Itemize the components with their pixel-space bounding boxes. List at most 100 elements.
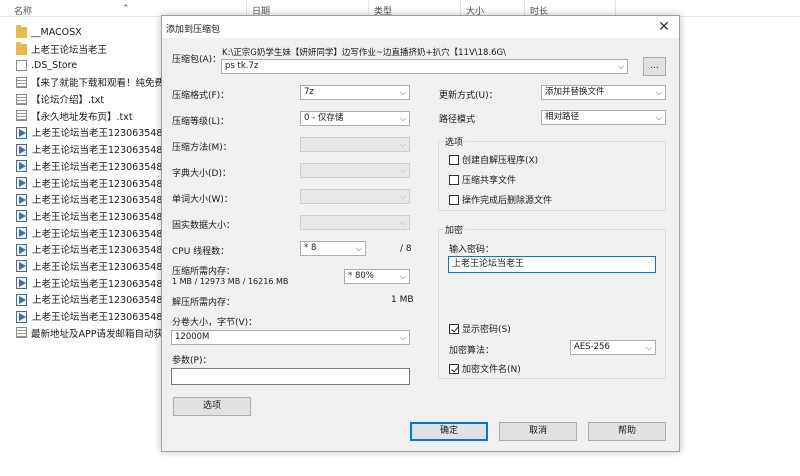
sfx-label: 创建自解压程序(X) [462, 156, 539, 166]
update-value: 添加并替换文件 [545, 87, 605, 97]
file-row[interactable]: 上老王论坛当老王1230635484 [0, 158, 162, 175]
file-row[interactable]: 上老王论坛当老王1230635484 [0, 191, 162, 208]
options-button[interactable]: 选项 [173, 397, 251, 416]
split-size-combo[interactable]: 12000M ⌵ [171, 330, 410, 345]
file-row[interactable]: 上老王论坛当老王1230635484 [0, 208, 162, 225]
close-icon[interactable]: ✕ [655, 18, 673, 36]
archive-name-combo[interactable]: ps tk.7z ⌵ [221, 59, 628, 74]
ok-button[interactable]: 确定 [410, 422, 488, 441]
pathmode-value: 相对路径 [545, 112, 580, 122]
file-row[interactable]: .DS_Store [0, 57, 162, 74]
format-select[interactable]: 7z ⌵ [300, 85, 410, 100]
solid-select: ⌵ [300, 215, 410, 230]
dialog-title: 添加到压缩包 [166, 25, 221, 35]
video-file-icon [16, 293, 28, 306]
file-row[interactable]: 上老王论坛当老王1230635484 [0, 141, 162, 158]
file-row[interactable]: 上老王论坛当老王1230635484 [0, 241, 162, 258]
text-file-icon [16, 93, 27, 105]
update-mode-select[interactable]: 添加并替换文件 ⌵ [541, 85, 666, 100]
video-file-icon [16, 193, 28, 206]
shared-files-checkbox[interactable]: 压缩共享文件 [449, 173, 516, 186]
chevron-down-icon: ⌵ [399, 166, 406, 175]
sfx-checkbox[interactable]: 创建自解压程序(X) [449, 153, 538, 166]
video-file-icon [16, 310, 28, 323]
enc-method-label: 加密算法： [449, 346, 495, 356]
file-row[interactable]: 上老王论坛当老王1230635484 [0, 291, 162, 308]
split-label: 分卷大小，字节(V)： [172, 318, 258, 328]
pathmode-label: 路径模式 [439, 115, 476, 125]
update-label: 更新方式(U)： [439, 91, 498, 101]
file-row[interactable]: __MACOSX [0, 24, 162, 41]
file-name: 上老王论坛当老王1230635484 [32, 161, 162, 173]
mem-percent-select[interactable]: * 80% ⌵ [344, 269, 410, 284]
browse-button[interactable]: ... [643, 57, 666, 76]
video-file-icon [16, 143, 28, 156]
chevron-down-icon: ⌵ [399, 88, 406, 97]
file-name: 上老王论坛当老王1230635484 [32, 261, 162, 273]
encrypt-names-checkbox[interactable]: 加密文件名(N) [449, 362, 521, 375]
encrypt-names-label: 加密文件名(N) [462, 365, 521, 375]
file-name: 上老王论坛当老王1230635484 [32, 245, 162, 257]
column-name[interactable]: 名称 [14, 4, 32, 17]
file-row[interactable]: 上老王论坛当老王1230635484 [0, 224, 162, 241]
file-row[interactable]: 上老王论坛当老王1230635484 [0, 274, 162, 291]
file-name: 上老王论坛当老王1230635484 [32, 295, 162, 307]
video-file-icon [16, 277, 28, 290]
method-select: ⌵ [300, 137, 410, 152]
folder-icon [16, 24, 27, 38]
params-label: 参数(P)： [172, 356, 212, 366]
enc-method-value: AES-256 [574, 342, 610, 352]
chevron-down-icon: ⌵ [617, 62, 624, 71]
shared-files-label: 压缩共享文件 [462, 176, 517, 186]
show-password-checkbox[interactable]: 显示密码(S) [449, 322, 511, 335]
solid-label: 固实数据大小： [172, 221, 236, 231]
file-row[interactable]: 上老王论坛当老王1230635484 [0, 308, 162, 325]
file-name: 最新地址及APP请发邮箱自动获 [31, 328, 162, 340]
file-icon [16, 60, 27, 72]
checkbox-icon [449, 154, 459, 165]
checkbox-icon [449, 194, 459, 205]
archive-name-value: ps tk.7z [225, 61, 259, 71]
pathmode-select[interactable]: 相对路径 ⌵ [541, 110, 666, 125]
password-input[interactable]: 上老王论坛当老王 [448, 256, 656, 273]
options-group-title: 选项 [443, 135, 466, 148]
cpu-total: / 8 [400, 244, 412, 254]
cpu-label: CPU 线程数： [172, 247, 230, 257]
cpu-select[interactable]: * 8 ⌵ [300, 241, 366, 256]
file-row[interactable]: 最新地址及APP请发邮箱自动获 [0, 324, 162, 341]
params-input[interactable] [171, 368, 410, 385]
chevron-down-icon: ⌵ [655, 113, 662, 122]
file-row[interactable]: 【论坛介绍】.txt [0, 91, 162, 108]
mem-comp-label: 压缩所需内存： [172, 267, 236, 277]
file-row[interactable]: 上老王论坛当老王1230635484 [0, 174, 162, 191]
cancel-button[interactable]: 取消 [499, 422, 577, 441]
file-name: 上老王论坛当老王1230635484 [32, 145, 162, 157]
chevron-down-icon: ⌵ [399, 140, 406, 149]
file-row[interactable]: 上老王论坛当老王1230635484 [0, 124, 162, 141]
show-password-label: 显示密码(S) [462, 325, 511, 335]
file-row[interactable]: 【永久地址发布页】.txt [0, 107, 162, 124]
enc-method-select[interactable]: AES-256 ⌵ [570, 340, 656, 355]
video-file-icon [16, 160, 28, 173]
delete-after-checkbox[interactable]: 操作完成后删除源文件 [449, 193, 552, 206]
mem-percent-value: * 80% [348, 271, 374, 281]
checkbox-checked-icon [449, 323, 459, 334]
file-row[interactable]: 上老王论坛当老王 [0, 41, 162, 58]
archive-label: 压缩包(A)： [172, 55, 222, 65]
dict-label: 字典大小(D)： [172, 169, 231, 179]
level-select[interactable]: 0 - 仅存储 ⌵ [300, 111, 410, 126]
file-list: __MACOSX 上老王论坛当老王 .DS_Store 【来了就能下载和观看！纯免费【… [0, 24, 162, 341]
file-name: 上老王论坛当老王1230635484 [32, 195, 162, 207]
checkbox-icon [449, 174, 459, 185]
video-file-icon [16, 126, 28, 139]
file-name: 上老王论坛当老王1230635484 [32, 211, 162, 223]
help-button[interactable]: 帮助 [588, 422, 666, 441]
chevron-down-icon: ⌵ [399, 333, 406, 342]
title-bar[interactable]: 添加到压缩包 ✕ [162, 16, 679, 38]
format-label: 压缩格式(F)： [172, 91, 230, 101]
password-label: 输入密码： [449, 245, 495, 255]
chevron-down-icon: ⌵ [399, 272, 406, 281]
file-row[interactable]: 【来了就能下载和观看！纯免费 [0, 74, 162, 91]
file-row[interactable]: 上老王论坛当老王1230635484 [0, 258, 162, 275]
video-file-icon [16, 243, 28, 256]
